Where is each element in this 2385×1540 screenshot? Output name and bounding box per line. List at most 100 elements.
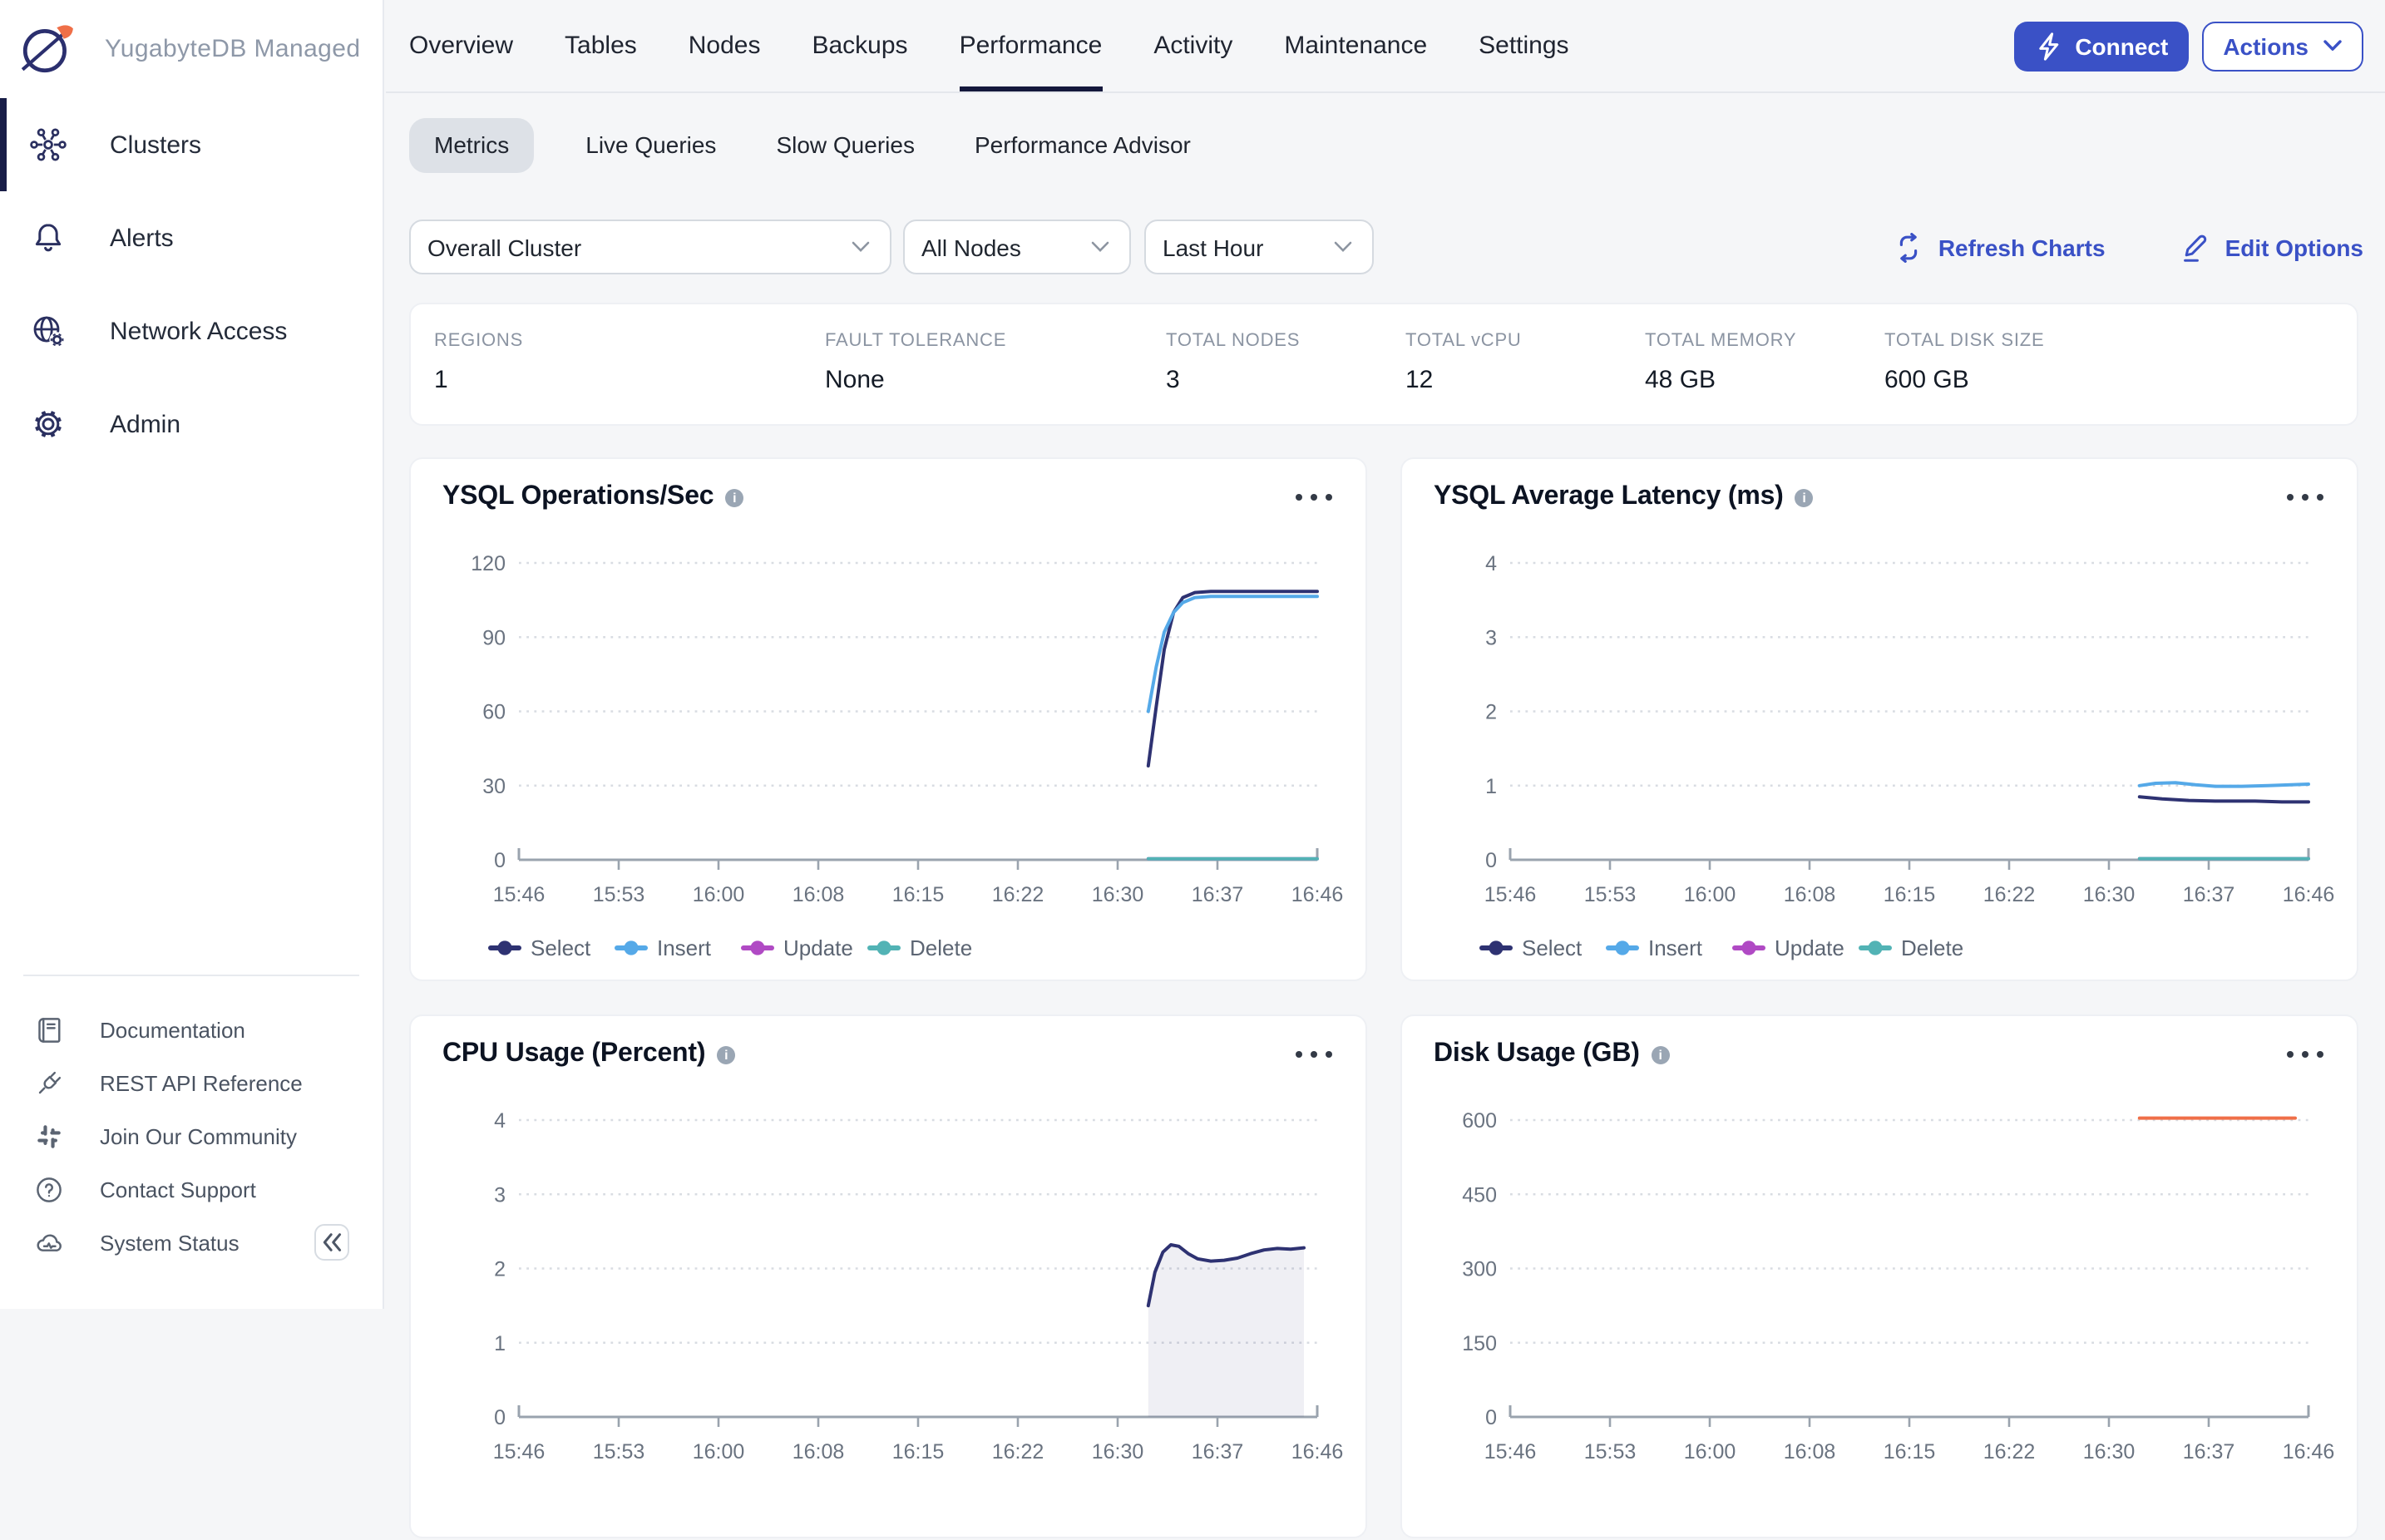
stat-label: TOTAL DISK SIZE: [1884, 331, 2045, 351]
legend-item-select[interactable]: Select: [1482, 935, 1583, 960]
svg-text:16:15: 16:15: [1884, 883, 1936, 906]
sidebar-item-clusters[interactable]: Clusters: [0, 98, 383, 191]
svg-text:15:46: 15:46: [493, 1440, 546, 1463]
svg-text:15:53: 15:53: [1584, 883, 1637, 906]
legend-item-delete[interactable]: Delete: [1861, 935, 1963, 960]
sidebar: YugabyteDB Managed Clusters Alerts Network…: [0, 0, 384, 1309]
legend-item-insert[interactable]: Insert: [1608, 935, 1703, 960]
refresh-label: Refresh Charts: [1938, 234, 2106, 260]
sidebar-item-label: Alerts: [110, 224, 174, 252]
svg-text:16:22: 16:22: [1983, 883, 2036, 906]
top-actions: Connect Actions: [2013, 21, 2363, 71]
stat-value: 3: [1166, 366, 1405, 394]
svg-text:4: 4: [1485, 552, 1497, 575]
legend-item-delete[interactable]: Delete: [870, 935, 972, 960]
svg-text:16:37: 16:37: [1192, 883, 1244, 906]
tab-nodes[interactable]: Nodes: [689, 0, 761, 91]
svg-text:15:46: 15:46: [1484, 883, 1537, 906]
tab-activity[interactable]: Activity: [1153, 0, 1232, 91]
main-content: Overview Tables Nodes Backups Performance Act…: [386, 0, 2385, 1309]
edit-pencil-icon: [2180, 232, 2210, 262]
svg-text:16:30: 16:30: [1092, 883, 1144, 906]
chevron-down-icon: [1334, 241, 1352, 253]
tab-tables[interactable]: Tables: [565, 0, 637, 91]
sidebar-footer-label: Contact Support: [100, 1177, 256, 1202]
svg-text:16:00: 16:00: [1684, 883, 1736, 906]
brand-label: YugabyteDB Managed: [105, 34, 360, 62]
brand[interactable]: YugabyteDB Managed: [0, 0, 383, 96]
subtab-live-queries[interactable]: Live Queries: [577, 118, 724, 173]
top-navigation: Overview Tables Nodes Backups Performance Act…: [386, 0, 2385, 93]
actions-button[interactable]: Actions: [2201, 21, 2363, 71]
sidebar-item-network-access[interactable]: Network Access: [0, 284, 383, 378]
chart-card-disk-usage: Disk Usage (GB)i015030045060015:4615:531…: [1400, 1014, 2358, 1538]
filters-row: Overall Cluster All Nodes Last Hour: [409, 220, 2363, 274]
svg-text:0: 0: [1485, 1406, 1497, 1429]
stat-label: TOTAL vCPU: [1405, 331, 1645, 351]
svg-text:16:00: 16:00: [693, 1440, 745, 1463]
tab-performance[interactable]: Performance: [960, 0, 1103, 91]
chart-card-cpu-usage: CPU Usage (Percent)i0123415:4615:5316:00…: [409, 1014, 1367, 1538]
stat-regions: REGIONS1: [434, 304, 825, 424]
cluster-scope-select[interactable]: Overall Cluster: [409, 220, 891, 274]
edit-options-button[interactable]: Edit Options: [2180, 232, 2363, 262]
refresh-charts-button[interactable]: Refresh Charts: [1895, 232, 2106, 262]
stat-value: 600 GB: [1884, 366, 2045, 394]
legend-item-select[interactable]: Select: [491, 935, 591, 960]
svg-text:16:46: 16:46: [2283, 883, 2335, 906]
subtab-slow-queries[interactable]: Slow Queries: [768, 118, 923, 173]
performance-subtabs: Metrics Live Queries Slow Queries Performan…: [409, 118, 2385, 173]
charts-grid: YSQL Operations/Seci030609012015:4615:53…: [409, 457, 2358, 1538]
clusters-icon: [30, 126, 67, 163]
svg-text:0: 0: [494, 1406, 506, 1429]
stat-label: TOTAL MEMORY: [1645, 331, 1884, 351]
svg-text:16:15: 16:15: [1884, 1440, 1936, 1463]
svg-text:16:15: 16:15: [892, 883, 945, 906]
svg-text:Delete: Delete: [1901, 935, 1963, 960]
stat-total-nodes: TOTAL NODES3: [1166, 304, 1405, 424]
sidebar-item-label: Network Access: [110, 317, 287, 345]
legend-item-update[interactable]: Update: [1735, 935, 1844, 960]
stat-total-vcpu: TOTAL vCPU12: [1405, 304, 1645, 424]
nodes-value: All Nodes: [921, 234, 1021, 260]
svg-text:16:08: 16:08: [793, 883, 845, 906]
sidebar-item-label: Clusters: [110, 131, 201, 159]
sidebar-nav: Clusters Alerts Network Access Admin: [0, 98, 383, 471]
sidebar-footer-label: System Status: [100, 1230, 239, 1255]
sidebar-footer-item-rest-api-reference[interactable]: REST API Reference: [0, 1056, 383, 1109]
time-range-value: Last Hour: [1163, 234, 1263, 260]
tab-maintenance[interactable]: Maintenance: [1284, 0, 1427, 91]
sidebar-item-alerts[interactable]: Alerts: [0, 191, 383, 284]
lightning-icon: [2033, 31, 2062, 61]
network-access-globe-icon: [30, 313, 67, 349]
admin-gear-icon: [30, 406, 67, 442]
svg-text:450: 450: [1462, 1183, 1497, 1207]
tab-overview[interactable]: Overview: [409, 0, 513, 91]
svg-text:Delete: Delete: [910, 935, 972, 960]
connect-button[interactable]: Connect: [2013, 21, 2188, 71]
stat-value: 48 GB: [1645, 366, 1884, 394]
time-range-select[interactable]: Last Hour: [1144, 220, 1374, 274]
svg-text:2: 2: [1485, 701, 1497, 724]
svg-text:16:30: 16:30: [1092, 1440, 1144, 1463]
stat-total-disk-size: TOTAL DISK SIZE 600 GB: [1884, 304, 2045, 424]
subtab-metrics[interactable]: Metrics: [409, 118, 534, 173]
tab-backups[interactable]: Backups: [812, 0, 907, 91]
chart-plot-disk-usage: 015030045060015:4615:5316:0016:0816:1516…: [1402, 1016, 2360, 1540]
sidebar-footer-item-documentation[interactable]: Documentation: [0, 1003, 383, 1056]
svg-text:15:53: 15:53: [593, 1440, 645, 1463]
sidebar-footer-item-join-our-community[interactable]: Join Our Community: [0, 1109, 383, 1162]
tab-settings[interactable]: Settings: [1479, 0, 1568, 91]
sidebar-item-admin[interactable]: Admin: [0, 378, 383, 471]
nodes-select[interactable]: All Nodes: [903, 220, 1131, 274]
svg-text:30: 30: [482, 775, 506, 798]
svg-text:1: 1: [1485, 775, 1497, 798]
legend-item-update[interactable]: Update: [743, 935, 853, 960]
svg-text:300: 300: [1462, 1258, 1497, 1281]
alerts-bell-icon: [30, 220, 67, 256]
legend-item-insert[interactable]: Insert: [617, 935, 712, 960]
stat-total-memory: TOTAL MEMORY 48 GB: [1645, 304, 1884, 424]
sidebar-collapse-button[interactable]: [314, 1224, 349, 1261]
sidebar-footer-item-contact-support[interactable]: Contact Support: [0, 1162, 383, 1216]
subtab-performance-advisor[interactable]: Performance Advisor: [966, 118, 1199, 173]
